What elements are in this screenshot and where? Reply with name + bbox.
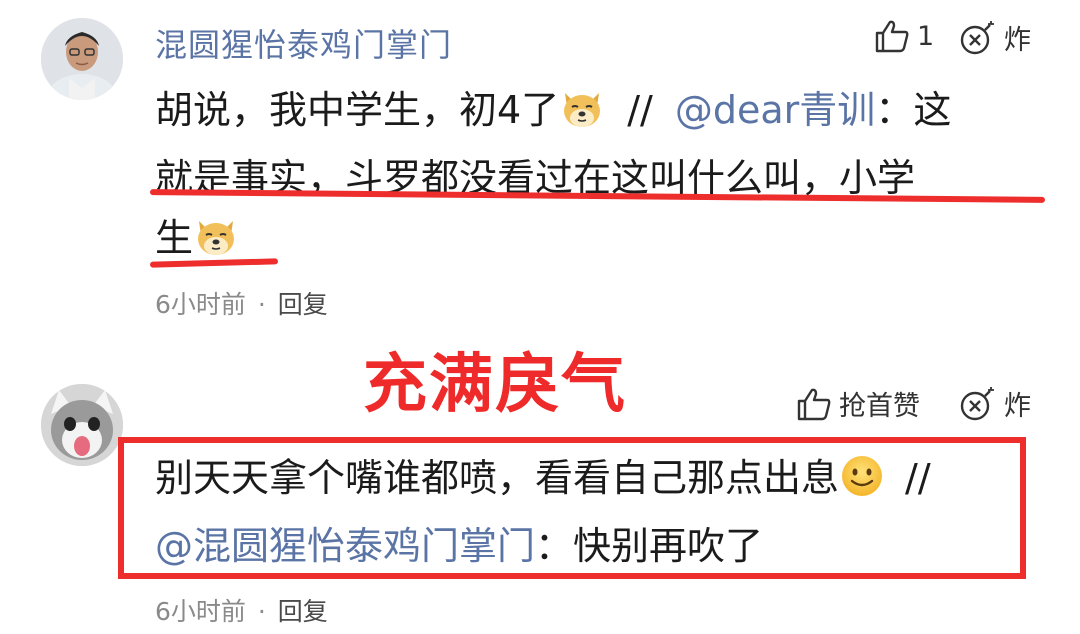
quote-separator: // [905, 456, 931, 500]
bomb-button[interactable]: 炸 [958, 384, 1031, 423]
mention-link[interactable]: @dear青训 [675, 88, 875, 132]
thumb-up-icon [875, 20, 909, 53]
mention-link[interactable]: @混圆猩怡泰鸡门掌门 [155, 524, 535, 568]
doge-emoji-icon [559, 85, 605, 148]
comment-time: 6小时前 [155, 290, 246, 319]
bomb-label: 炸 [1004, 25, 1031, 56]
comment-meta: 6小时前 · 回复 [155, 597, 328, 626]
comment-time: 6小时前 [155, 597, 246, 626]
reply-button[interactable]: 回复 [278, 290, 328, 319]
annotation-title: 充满戾气 [363, 348, 627, 422]
like-button[interactable]: 1 [873, 18, 934, 54]
like-count: 1 [917, 20, 935, 52]
thumb-up-icon [797, 388, 831, 420]
comment-meta: 6小时前 · 回复 [155, 290, 328, 319]
bomb-button[interactable]: 炸 [958, 18, 1031, 57]
bomb-icon [960, 20, 994, 54]
comment-text: 胡说，我中学生，初4了 // @dear青训：这 就是事实，斗罗都没看过在这叫什… [155, 80, 1035, 276]
avatar[interactable] [41, 384, 123, 466]
avatar-photo [41, 384, 123, 466]
smile-emoji-icon [839, 453, 885, 516]
comment-text: 别天天拿个嘴谁都喷，看看自己那点出息 // @混圆猩怡泰鸡门掌门：快别再吹了 [155, 448, 1025, 576]
reply-button[interactable]: 回复 [278, 597, 328, 626]
quote-separator: // [627, 88, 653, 132]
comment-username[interactable]: 混圆猩怡泰鸡门掌门 [155, 20, 452, 66]
like-button[interactable]: 抢首赞 [795, 384, 920, 423]
bomb-label: 炸 [1004, 391, 1031, 422]
like-label: 抢首赞 [839, 391, 920, 422]
bomb-icon [960, 386, 994, 420]
avatar[interactable] [41, 18, 123, 100]
avatar-photo [41, 18, 123, 100]
doge-emoji-icon [193, 213, 239, 276]
